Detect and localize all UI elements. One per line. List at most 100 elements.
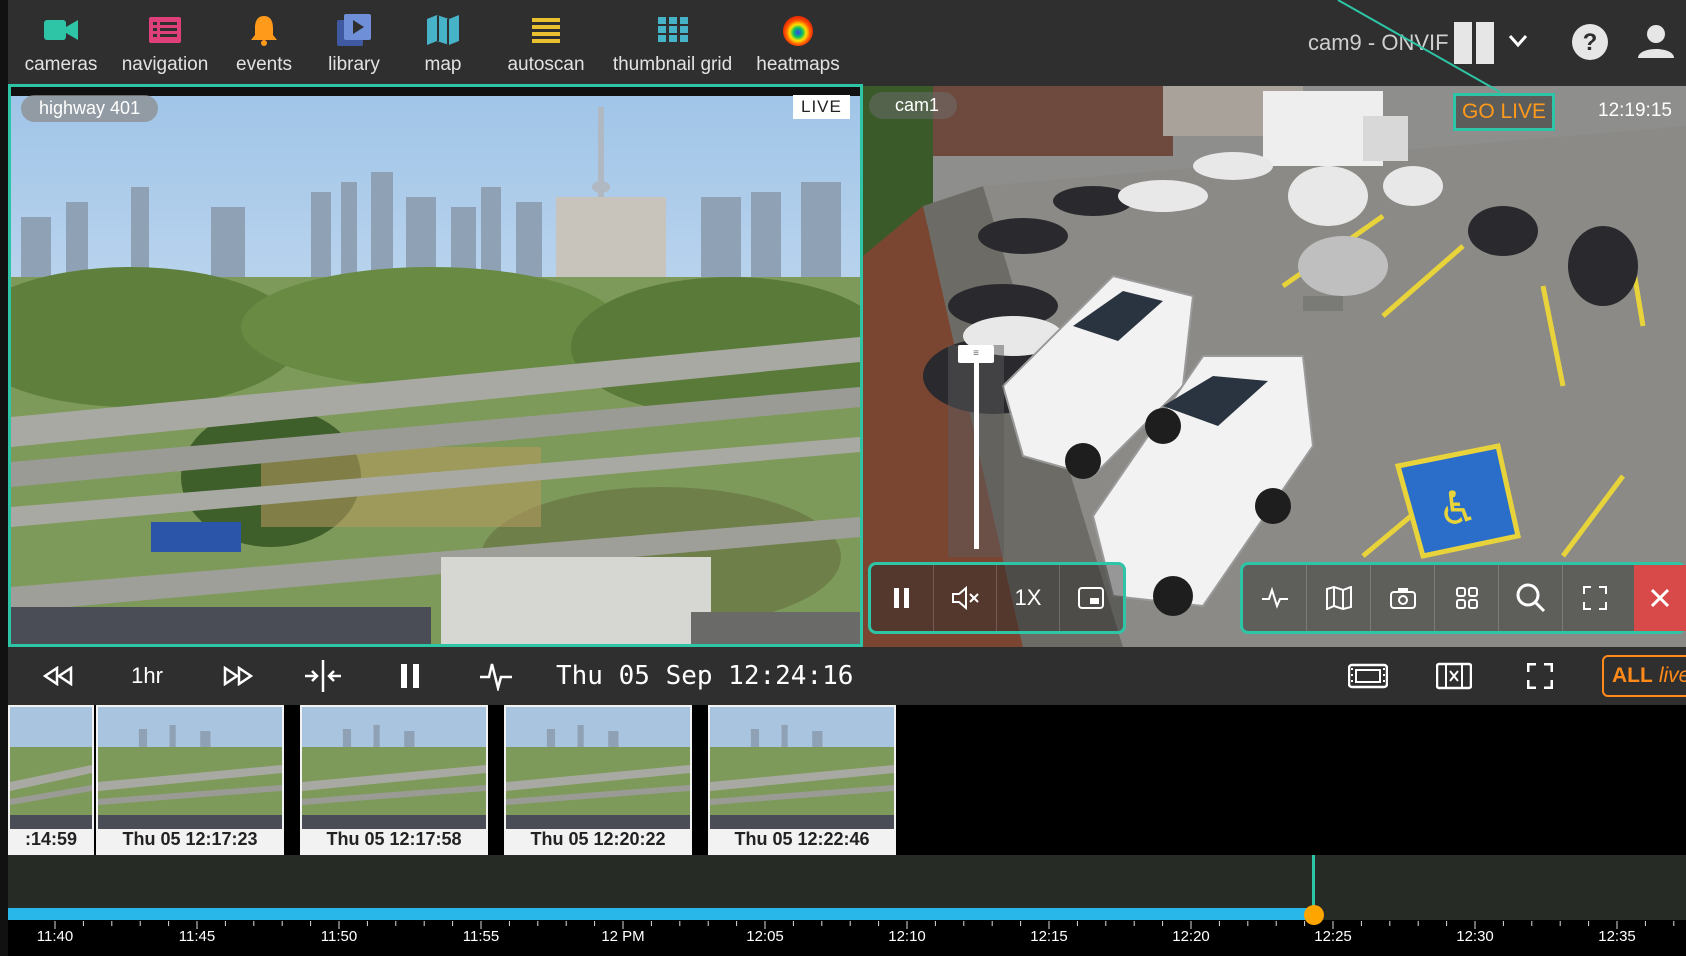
volume-track [974, 359, 979, 549]
pause-icon [894, 588, 909, 608]
timeline-tick-label: 12:05 [746, 928, 784, 945]
timeline-tick-label: 11:40 [36, 928, 74, 945]
timeline-tick-label: 12:30 [1456, 928, 1494, 945]
fullscreen-icon [1583, 586, 1607, 610]
library-play-icon [336, 10, 372, 50]
svg-text:♿: ♿ [1437, 481, 1478, 535]
all-live-button[interactable]: ALLlive [1602, 655, 1686, 697]
playback-control-bar: 1hr Thu 05 Sep 12:24:16 [8, 647, 1686, 705]
thumbnail-image [98, 707, 282, 829]
thumbnail-item[interactable]: :14:59 [8, 705, 94, 855]
snapshot-button[interactable] [1371, 565, 1435, 631]
nav-label: events [236, 54, 292, 75]
thumbnail-item[interactable]: Thu 05 12:17:58 [300, 705, 488, 855]
fullscreen-button[interactable] [1510, 647, 1570, 705]
thumbnail-strip: :14:59 Thu 05 12:17:23 Thu 05 12:17:58 T… [8, 705, 1686, 855]
pause-button[interactable] [871, 565, 934, 631]
all-label: ALL [1612, 664, 1653, 687]
playhead-handle[interactable] [1304, 905, 1324, 925]
camera-title: cam9 - ONVIF [1308, 30, 1449, 55]
thumbnail-item[interactable]: Thu 05 12:20:22 [504, 705, 692, 855]
nav-autoscan[interactable]: autoscan [496, 10, 596, 76]
layout-toggle[interactable] [1454, 22, 1500, 69]
help-icon: ? [1572, 24, 1608, 60]
thumbnail-caption: Thu 05 12:20:22 [530, 829, 666, 849]
map-icon [1325, 586, 1352, 610]
live-label: live [1658, 664, 1686, 687]
camera-clock: 12:19:15 [1598, 100, 1672, 121]
recorded-range-bar [8, 908, 1313, 920]
nav-label: map [424, 54, 462, 75]
timeline-tick-label: 12:20 [1172, 928, 1210, 945]
help-button[interactable]: ? [1570, 22, 1610, 67]
nav-label: cameras [24, 54, 98, 75]
chevron-down-icon [1508, 35, 1528, 48]
fullscreen-pane-button[interactable] [1563, 565, 1627, 631]
filmstrip-button[interactable] [1338, 647, 1398, 705]
magnifier-icon [1516, 583, 1545, 613]
timeline-tick-label: 12:35 [1598, 928, 1636, 945]
camera-icon [43, 10, 79, 50]
timeline-tick-label: 12 PM [601, 928, 645, 945]
thumbnail-caption: Thu 05 12:22:46 [734, 829, 870, 849]
thumbnail-item[interactable]: Thu 05 12:22:46 [708, 705, 896, 855]
mute-button[interactable] [934, 565, 997, 631]
grid-view-button[interactable] [1435, 565, 1499, 631]
timeline[interactable]: 11:40 11:45 11:50 11:55 12 PM 12:05 12:10 12:15… [8, 855, 1686, 956]
map-button[interactable] [1307, 565, 1371, 631]
timeline-tick-label: 12:15 [1030, 928, 1068, 945]
timeline-ticks [54, 921, 1675, 929]
nav-cameras[interactable]: cameras [16, 10, 106, 76]
fast-forward-icon [223, 666, 253, 686]
zoom-button[interactable] [1499, 565, 1563, 631]
motion-pulse-icon [1261, 587, 1288, 609]
nav-heatmaps[interactable]: heatmaps [748, 10, 848, 76]
video-pane-highway-401[interactable]: highway 401 LIVE [8, 84, 863, 647]
timeline-tick-label: 11:50 [320, 928, 358, 945]
nav-events[interactable]: events [224, 10, 304, 76]
thumbnail-item[interactable]: Thu 05 12:17:23 [96, 705, 284, 855]
layout-dropdown[interactable] [1508, 34, 1528, 53]
thumbnail-caption: :14:59 [24, 829, 78, 849]
timeline-tick-label: 12:25 [1314, 928, 1352, 945]
top-navigation-bar: cameras navigation events library map au… [8, 0, 1686, 86]
nav-label: heatmaps [756, 54, 840, 75]
map-icon [426, 10, 460, 50]
nav-map[interactable]: map [408, 10, 478, 76]
current-datetime: Thu 05 Sep 12:24:16 [556, 661, 854, 691]
volume-slider[interactable]: ≡ [948, 345, 1004, 557]
picture-in-picture-button[interactable] [1060, 565, 1123, 631]
motion-button[interactable] [1243, 565, 1307, 631]
volume-handle[interactable]: ≡ [958, 345, 994, 363]
timeline-tick-label: 11:55 [462, 928, 500, 945]
user-button[interactable] [1636, 24, 1676, 63]
rewind-button[interactable] [28, 647, 88, 705]
nav-label: navigation [121, 54, 209, 75]
motion-search-button[interactable] [466, 647, 526, 705]
nav-thumbnail-grid[interactable]: thumbnail grid [600, 10, 745, 76]
nav-label: thumbnail grid [612, 54, 733, 75]
speaker-muted-icon [952, 586, 979, 610]
camera-name-label: highway 401 [21, 95, 159, 122]
camera-tools-group [1240, 562, 1686, 634]
fast-forward-button[interactable] [208, 647, 268, 705]
nav-navigation[interactable]: navigation [110, 10, 220, 76]
thumbnail-caption: Thu 05 12:17:23 [122, 829, 258, 849]
pause-all-button[interactable] [380, 647, 440, 705]
sync-button[interactable] [293, 647, 353, 705]
live-badge: LIVE [793, 95, 850, 119]
time-range-button[interactable]: 1hr [112, 647, 182, 705]
thumbnail-image [710, 707, 894, 829]
speed-button[interactable]: 1X [997, 565, 1060, 631]
thumbnail-image [10, 707, 92, 829]
timeline-axis [8, 920, 1686, 956]
sync-center-icon [305, 660, 341, 692]
autoscan-list-icon [532, 10, 560, 50]
go-live-button[interactable]: GO LIVE [1453, 93, 1555, 131]
clip-export-button[interactable] [1424, 647, 1484, 705]
heatmap-icon [781, 10, 815, 50]
timeline-tick-label: 12:10 [888, 928, 926, 945]
highway-video-frame [11, 87, 860, 644]
close-pane-button[interactable] [1634, 565, 1686, 631]
nav-library[interactable]: library [314, 10, 394, 76]
